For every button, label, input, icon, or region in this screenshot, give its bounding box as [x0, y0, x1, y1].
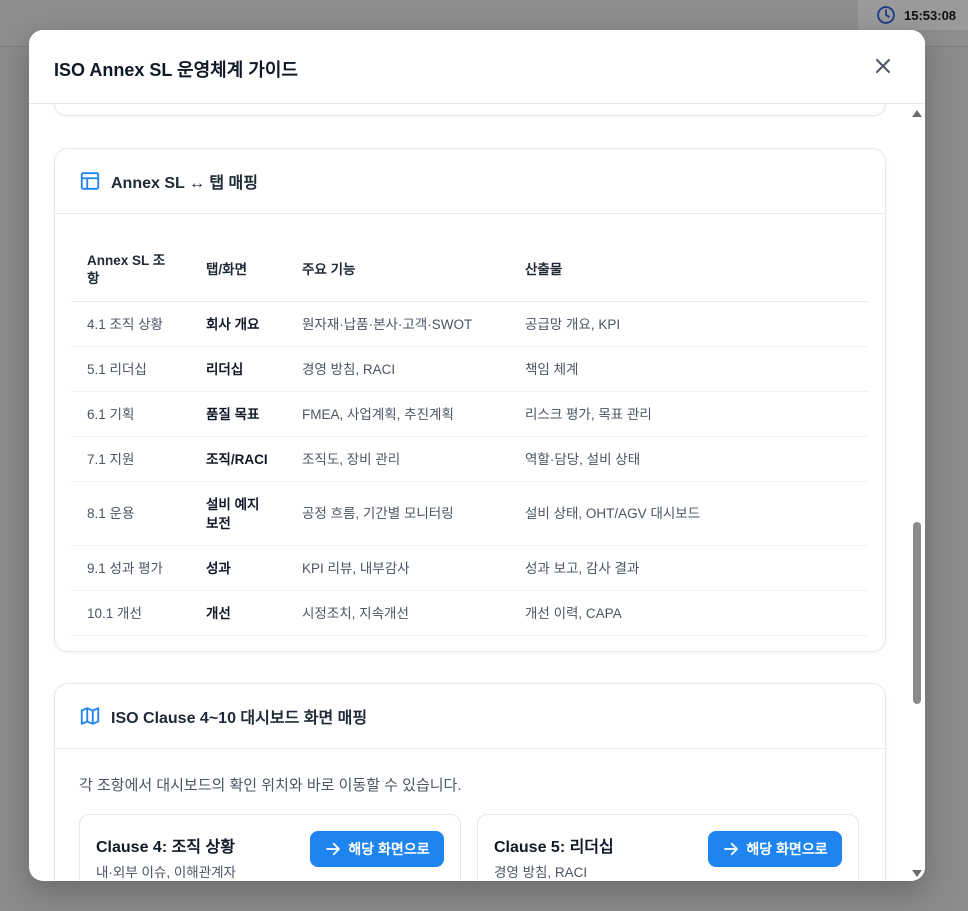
- annex-mapping-card: Annex SL ↔ 탭 매핑 Annex SL 조항 탭/화면 주요 기능 산…: [54, 148, 886, 652]
- modal-header: ISO Annex SL 운영체계 가이드: [29, 30, 925, 104]
- table-row: 5.1 리더십 리더십 경영 방침, RACI 책임 체계: [71, 346, 868, 392]
- table-row: 7.1 지원 조직/RACI 조직도, 장비 관리 역할·담당, 설비 상태: [71, 436, 868, 482]
- tab-cell: 리더십: [190, 346, 286, 392]
- clause-item: Clause 4: 조직 상황 내·외부 이슈, 이해관계자 해당 화면으로: [79, 814, 461, 881]
- scroll-thumb[interactable]: [913, 522, 921, 704]
- clock-icon: [877, 6, 895, 24]
- clause-item: Clause 5: 리더십 경영 방침, RACI 해당 화면으로: [477, 814, 859, 881]
- output-cell: 책임 체계: [509, 346, 868, 392]
- tab-cell: 성과: [190, 545, 286, 591]
- clause-cell: 5.1 리더십: [71, 346, 190, 392]
- clause-cell: 7.1 지원: [71, 436, 190, 482]
- tab-cell: 개선: [190, 590, 286, 636]
- card-header: Annex SL ↔ 탭 매핑: [55, 149, 885, 214]
- column-header: 산출물: [509, 238, 868, 302]
- scroll-down-arrow-icon[interactable]: [912, 870, 922, 877]
- feature-cell: 원자재·납품·본사·고객·SWOT: [286, 301, 509, 347]
- feature-cell: 조직도, 장비 관리: [286, 436, 509, 482]
- table-row: 4.1 조직 상황 회사 개요 원자재·납품·본사·고객·SWOT 공급망 개요…: [71, 301, 868, 347]
- feature-cell: 경영 방침, RACI: [286, 346, 509, 392]
- feature-cell: KPI 리뷰, 내부감사: [286, 545, 509, 591]
- clause-mapping-card: ISO Clause 4~10 대시보드 화면 매핑 각 조항에서 대시보드의 …: [54, 683, 886, 881]
- clause-cell: 10.1 개선: [71, 590, 190, 636]
- clause-cell: 4.1 조직 상황: [71, 301, 190, 347]
- card-header: ISO Clause 4~10 대시보드 화면 매핑: [55, 684, 885, 749]
- feature-cell: 공정 흐름, 기간별 모니터링: [286, 481, 509, 546]
- card-title: ISO Clause 4~10 대시보드 화면 매핑: [111, 710, 368, 727]
- go-to-screen-button[interactable]: 해당 화면으로: [310, 831, 444, 867]
- modal-body: Annex SL ↔ 탭 매핑 Annex SL 조항 탭/화면 주요 기능 산…: [29, 104, 925, 881]
- clock: 15:53:08: [858, 0, 968, 30]
- go-to-screen-button[interactable]: 해당 화면으로: [708, 831, 842, 867]
- clause-subtitle: 경영 방침, RACI: [494, 865, 588, 880]
- arrow-right-icon: [326, 842, 341, 856]
- feature-cell: 시정조치, 지속개선: [286, 590, 509, 636]
- output-cell: 설비 상태, OHT/AGV 대시보드: [509, 481, 868, 546]
- table-row: 9.1 성과 평가 성과 KPI 리뷰, 내부감사 성과 보고, 감사 결과: [71, 545, 868, 591]
- column-header: 탭/화면: [190, 238, 286, 302]
- output-cell: 리스크 평가, 목표 관리: [509, 391, 868, 437]
- clause-cell: 8.1 운용: [71, 481, 190, 546]
- output-cell: 역할·담당, 설비 상태: [509, 436, 868, 482]
- column-header: 주요 기능: [286, 238, 509, 302]
- column-header: Annex SL 조항: [71, 238, 190, 302]
- card-title: Annex SL ↔ 탭 매핑: [111, 175, 258, 192]
- clause-cell: 6.1 기획: [71, 391, 190, 437]
- clause-subtitle: 내·외부 이슈, 이해관계자: [96, 865, 236, 880]
- scrollbar[interactable]: [909, 104, 925, 881]
- modal-title: ISO Annex SL 운영체계 가이드: [54, 60, 298, 80]
- button-label: 해당 화면으로: [348, 841, 430, 857]
- map-icon: [80, 707, 100, 725]
- tab-cell: 품질 목표: [190, 391, 286, 437]
- table-row: 8.1 운용 설비 예지 보전 공정 흐름, 기간별 모니터링 설비 상태, O…: [71, 481, 868, 546]
- close-icon[interactable]: [871, 54, 895, 78]
- tab-cell: 회사 개요: [190, 301, 286, 347]
- output-cell: 성과 보고, 감사 결과: [509, 545, 868, 591]
- card-description: 각 조항에서 대시보드의 확인 위치와 바로 이동할 수 있습니다.: [79, 777, 462, 794]
- clause-cell: 9.1 성과 평가: [71, 545, 190, 591]
- output-cell: 개선 이력, CAPA: [509, 590, 868, 636]
- guide-modal: ISO Annex SL 운영체계 가이드 Annex SL ↔ 탭 매핑 An…: [29, 30, 925, 881]
- previous-card: [54, 104, 886, 116]
- arrow-right-icon: [724, 842, 739, 856]
- table-row: 10.1 개선 개선 시정조치, 지속개선 개선 이력, CAPA: [71, 590, 868, 636]
- output-cell: 공급망 개요, KPI: [509, 301, 868, 347]
- button-label: 해당 화면으로: [746, 841, 828, 857]
- mapping-table: Annex SL 조항 탭/화면 주요 기능 산출물 4.1 조직 상황 회사 …: [71, 238, 868, 636]
- table-icon: [80, 172, 100, 190]
- feature-cell: FMEA, 사업계획, 추진계획: [286, 391, 509, 437]
- tab-cell: 설비 예지 보전: [190, 481, 286, 546]
- table-row: 6.1 기획 품질 목표 FMEA, 사업계획, 추진계획 리스크 평가, 목표…: [71, 391, 868, 437]
- clock-time: 15:53:08: [904, 7, 957, 23]
- clause-title: Clause 5: 리더십: [494, 839, 614, 856]
- clause-title: Clause 4: 조직 상황: [96, 839, 235, 856]
- tab-cell: 조직/RACI: [190, 436, 286, 482]
- scroll-up-arrow-icon[interactable]: [912, 110, 922, 117]
